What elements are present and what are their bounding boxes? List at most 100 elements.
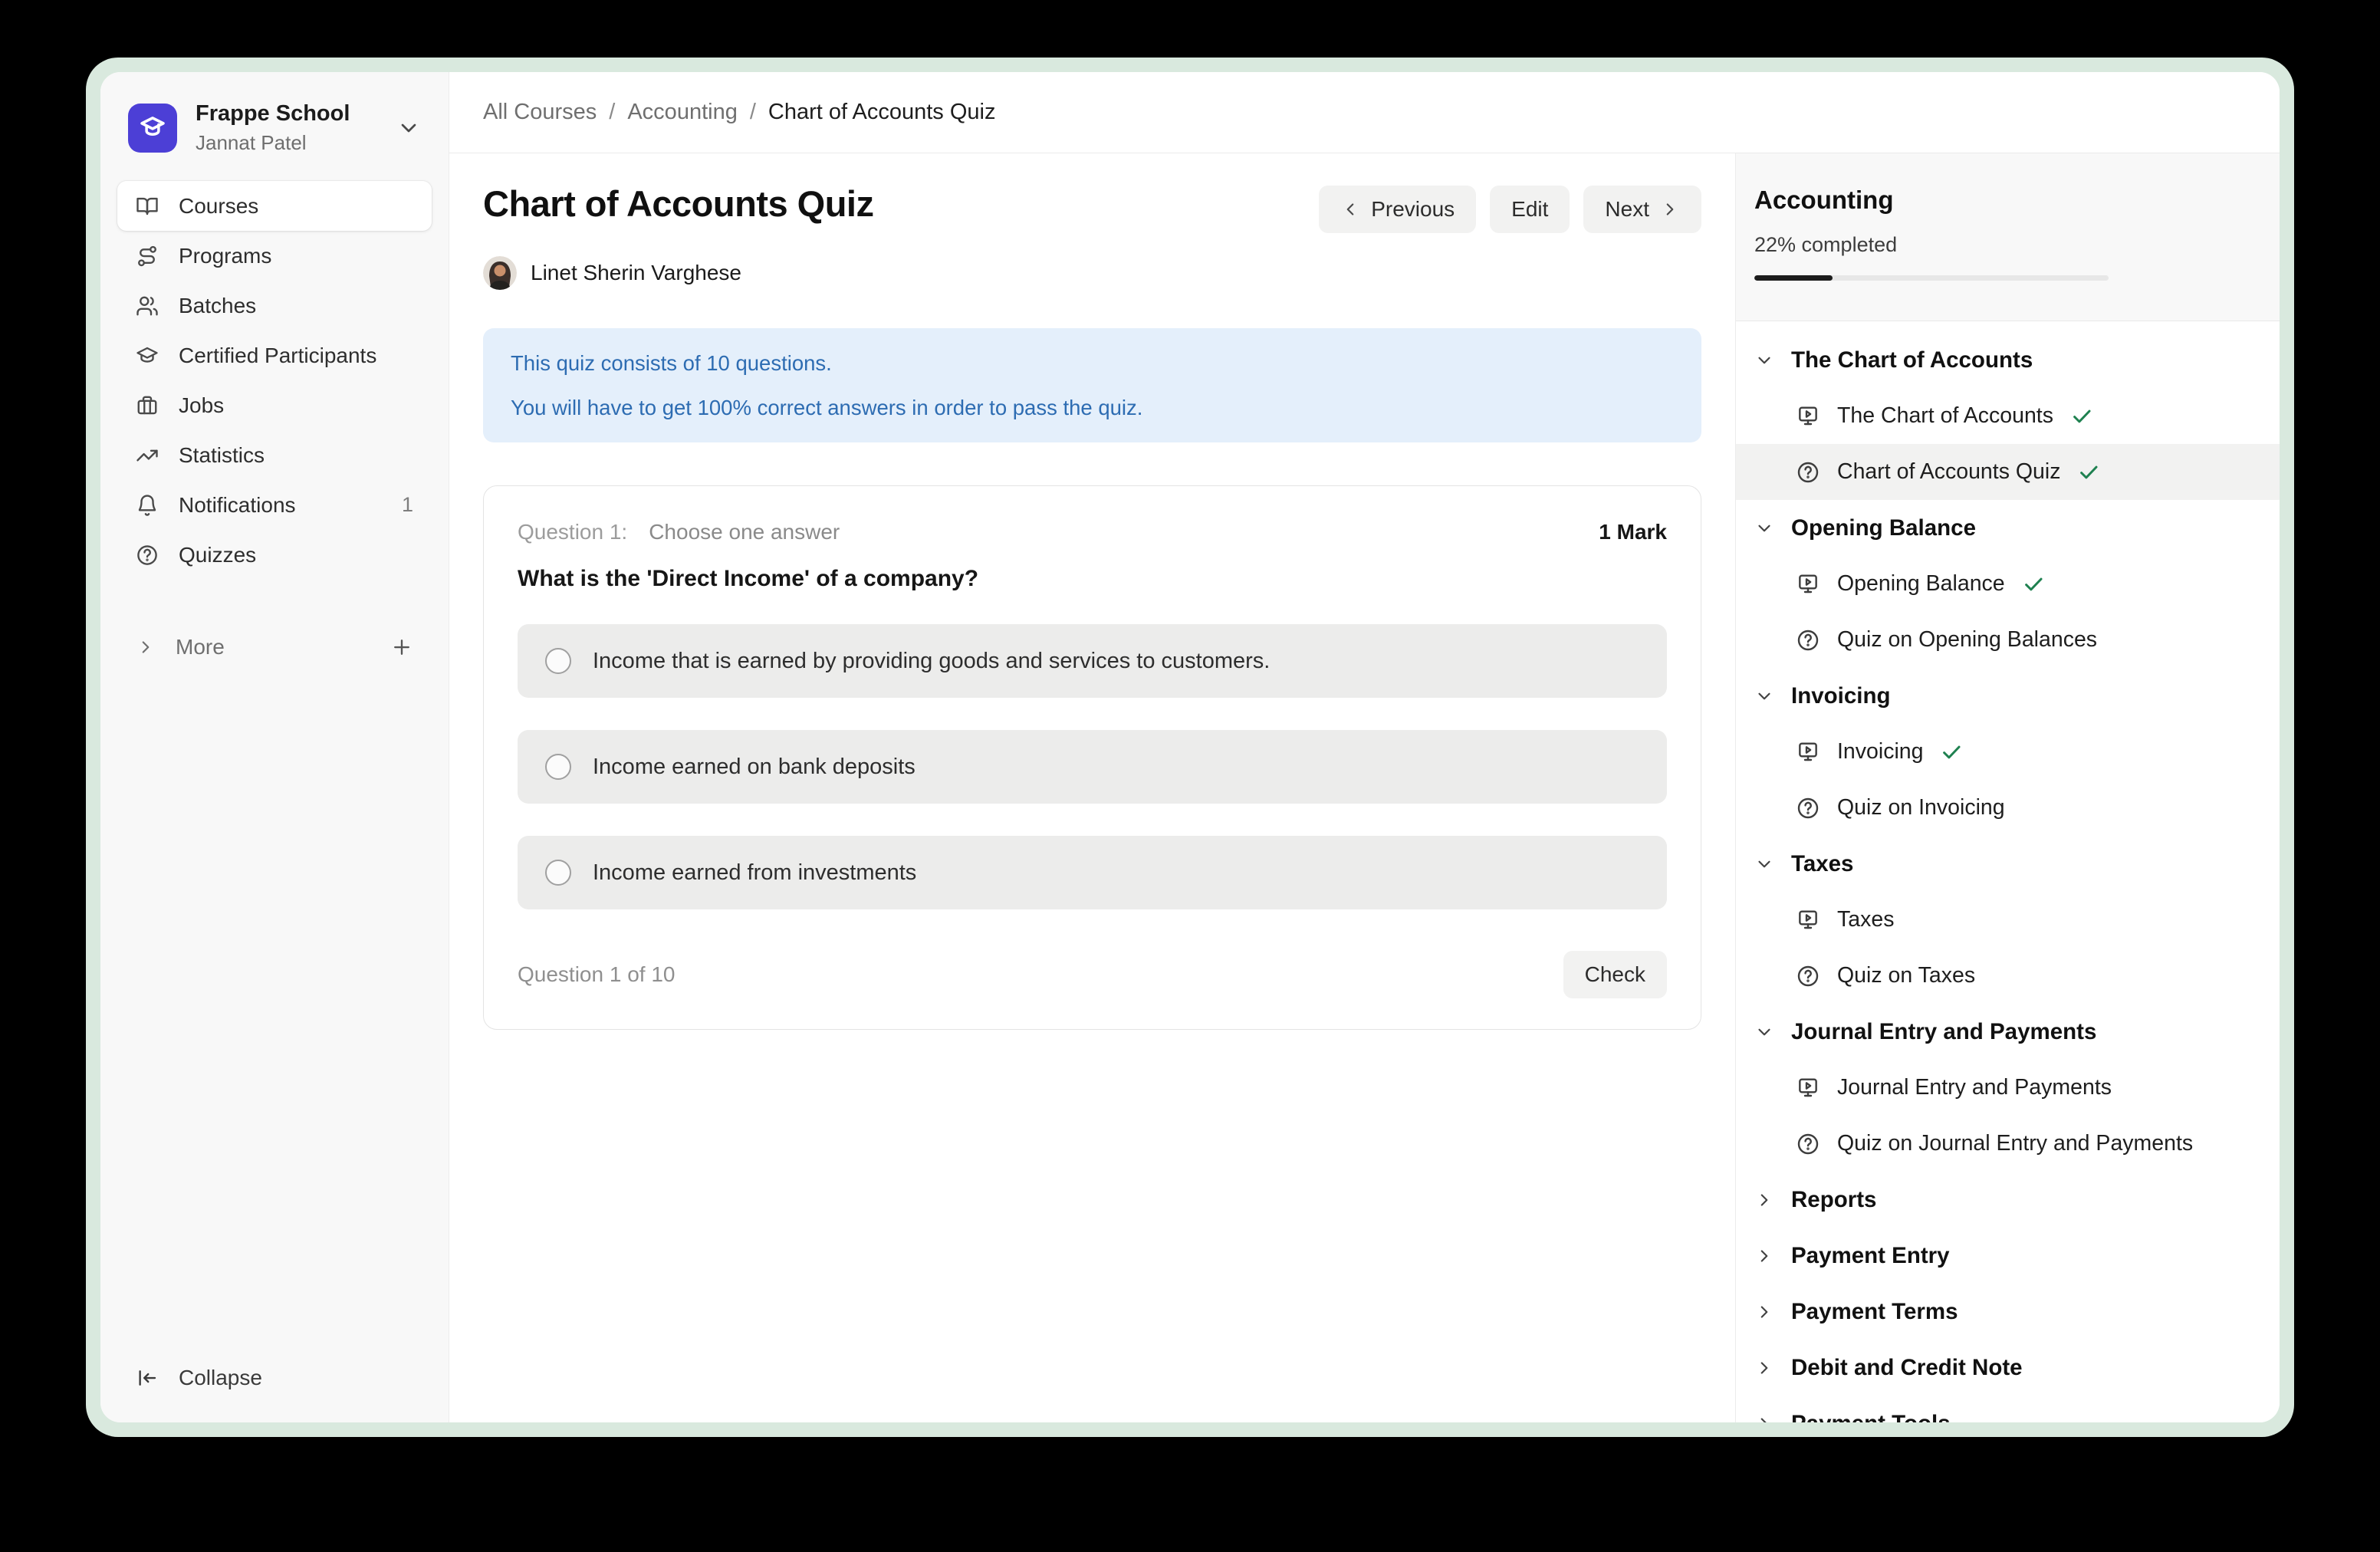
- breadcrumb-all-courses[interactable]: All Courses: [483, 100, 597, 125]
- chapter-debit-and-credit-note[interactable]: Debit and Credit Note: [1736, 1340, 2280, 1396]
- workspace-switcher[interactable]: Frappe School Jannat Patel: [100, 72, 449, 181]
- content-region: Chart of Accounts Quiz Previous Edit: [449, 153, 2280, 1422]
- chapter-reports[interactable]: Reports: [1736, 1172, 2280, 1228]
- check-icon: [2022, 573, 2045, 596]
- chapter-label: Payment Tools: [1791, 1411, 1951, 1423]
- avatar: [483, 256, 517, 290]
- lesson-quiz-on-invoicing[interactable]: Quiz on Invoicing: [1736, 780, 2280, 836]
- edit-button[interactable]: Edit: [1490, 186, 1570, 233]
- frappe-school-logo: [128, 104, 177, 153]
- answer-option-3[interactable]: Income earned from investments: [518, 836, 1667, 909]
- plus-icon[interactable]: [390, 636, 413, 659]
- course-progress-bar: [1754, 275, 2109, 281]
- lesson-label: Chart of Accounts Quiz: [1837, 459, 2060, 485]
- breadcrumb-separator: /: [609, 100, 615, 125]
- sidebar-item-label: Notifications: [179, 493, 296, 518]
- sidebar-item-statistics[interactable]: Statistics: [117, 430, 432, 480]
- lesson-chart-of-accounts-quiz[interactable]: Chart of Accounts Quiz: [1736, 444, 2280, 500]
- workspace-user: Jannat Patel: [196, 131, 378, 155]
- page-title: Chart of Accounts Quiz: [483, 182, 874, 225]
- collapse-label: Collapse: [179, 1366, 262, 1390]
- app-frame: Frappe School Jannat Patel Courses: [100, 72, 2280, 1422]
- sidebar-item-quizzes[interactable]: Quizzes: [117, 530, 432, 580]
- author-row: Linet Sherin Varghese: [483, 256, 1701, 290]
- sidebar-item-notifications[interactable]: Notifications 1: [117, 480, 432, 530]
- chevron-right-icon: [1754, 1246, 1774, 1266]
- lesson-journal-entry-and-payments[interactable]: Journal Entry and Payments: [1736, 1060, 2280, 1116]
- check-icon: [2077, 461, 2100, 484]
- chapter-payment-entry[interactable]: Payment Entry: [1736, 1228, 2280, 1284]
- chapter-taxes[interactable]: Taxes: [1736, 836, 2280, 892]
- sidebar-item-jobs[interactable]: Jobs: [117, 380, 432, 430]
- chapter-payment-terms[interactable]: Payment Terms: [1736, 1284, 2280, 1340]
- chapter-label: Opening Balance: [1791, 515, 1976, 541]
- sidebar-nav: Courses Programs Batches: [100, 181, 449, 670]
- lesson-label: Journal Entry and Payments: [1837, 1075, 2112, 1100]
- chapter-label: Payment Terms: [1791, 1299, 1958, 1325]
- chapter-payment-tools[interactable]: Payment Tools: [1736, 1396, 2280, 1422]
- chevron-right-icon: [1754, 1190, 1774, 1210]
- sidebar-item-batches[interactable]: Batches: [117, 281, 432, 330]
- sidebar-spacer: [100, 670, 449, 1366]
- quiz-page: Chart of Accounts Quiz Previous Edit: [449, 153, 1735, 1422]
- chevron-right-icon: [1754, 1302, 1774, 1322]
- chevron-down-icon: [1754, 854, 1774, 874]
- monitor-play-icon: [1796, 404, 1820, 429]
- chevron-down-icon: [1754, 518, 1774, 538]
- radio-button[interactable]: [545, 754, 571, 780]
- sidebar-item-label: Certified Participants: [179, 344, 376, 368]
- chapter-label: The Chart of Accounts: [1791, 347, 2033, 373]
- workspace-title: Frappe School: [196, 101, 378, 127]
- graduation-cap-icon: [136, 344, 159, 367]
- sidebar-item-certified-participants[interactable]: Certified Participants: [117, 330, 432, 380]
- sidebar-collapse-button[interactable]: Collapse: [100, 1366, 449, 1422]
- chapter-invoicing[interactable]: Invoicing: [1736, 668, 2280, 724]
- chapter-label: Reports: [1791, 1187, 1876, 1213]
- sidebar-more-toggle[interactable]: More: [117, 624, 432, 670]
- course-completed-text: 22% completed: [1754, 233, 2246, 257]
- collapse-sidebar-icon: [136, 1366, 159, 1389]
- chapter-journal-entry-and-payments[interactable]: Journal Entry and Payments: [1736, 1004, 2280, 1060]
- sidebar-item-programs[interactable]: Programs: [117, 231, 432, 281]
- lesson-the-chart-of-accounts[interactable]: The Chart of Accounts: [1736, 388, 2280, 444]
- breadcrumb-separator: /: [750, 100, 756, 125]
- check-icon: [1940, 741, 1963, 764]
- chapter-opening-balance[interactable]: Opening Balance: [1736, 500, 2280, 556]
- main-area: All Courses / Accounting / Chart of Acco…: [449, 72, 2280, 1422]
- lesson-opening-balance[interactable]: Opening Balance: [1736, 556, 2280, 612]
- chevron-down-icon: [396, 116, 421, 140]
- question-number-label: Question 1:: [518, 520, 627, 544]
- answer-option-1[interactable]: Income that is earned by providing goods…: [518, 624, 1667, 698]
- chapter-label: Debit and Credit Note: [1791, 1355, 2023, 1381]
- radio-button[interactable]: [545, 648, 571, 674]
- lesson-taxes[interactable]: Taxes: [1736, 892, 2280, 948]
- page-header: Chart of Accounts Quiz Previous Edit: [483, 182, 1701, 233]
- chapter-label: Invoicing: [1791, 683, 1890, 709]
- lesson-label: Quiz on Journal Entry and Payments: [1837, 1131, 2193, 1156]
- chevron-down-icon: [1754, 1022, 1774, 1042]
- chapter-label: Taxes: [1791, 851, 1853, 877]
- lesson-invoicing[interactable]: Invoicing: [1736, 724, 2280, 780]
- question-card-header: Question 1: Choose one answer 1 Mark: [518, 520, 1667, 544]
- lesson-quiz-on-opening-balances[interactable]: Quiz on Opening Balances: [1736, 612, 2280, 668]
- next-button-label: Next: [1605, 197, 1649, 222]
- check-button[interactable]: Check: [1563, 951, 1667, 998]
- next-button[interactable]: Next: [1583, 186, 1701, 233]
- previous-button[interactable]: Previous: [1319, 186, 1476, 233]
- lesson-quiz-on-taxes[interactable]: Quiz on Taxes: [1736, 948, 2280, 1004]
- lesson-label: Opening Balance: [1837, 571, 2005, 597]
- course-progress-header: Accounting 22% completed: [1736, 153, 2280, 321]
- sidebar-more-label: More: [176, 635, 225, 659]
- pagination-buttons: Previous Edit Next: [1319, 186, 1701, 233]
- quiz-notice-banner: This quiz consists of 10 questions. You …: [483, 328, 1701, 442]
- lesson-quiz-on-journal-entry-and-payments[interactable]: Quiz on Journal Entry and Payments: [1736, 1116, 2280, 1172]
- radio-button[interactable]: [545, 860, 571, 886]
- answer-option-2[interactable]: Income earned on bank deposits: [518, 730, 1667, 804]
- breadcrumb-accounting[interactable]: Accounting: [627, 100, 738, 125]
- lesson-label: Quiz on Invoicing: [1837, 795, 2005, 820]
- sidebar-item-label: Jobs: [179, 393, 224, 418]
- chapter-the-chart-of-accounts[interactable]: The Chart of Accounts: [1736, 332, 2280, 388]
- question-card: Question 1: Choose one answer 1 Mark Wha…: [483, 485, 1701, 1030]
- trending-up-icon: [136, 444, 159, 467]
- sidebar-item-courses[interactable]: Courses: [117, 181, 432, 231]
